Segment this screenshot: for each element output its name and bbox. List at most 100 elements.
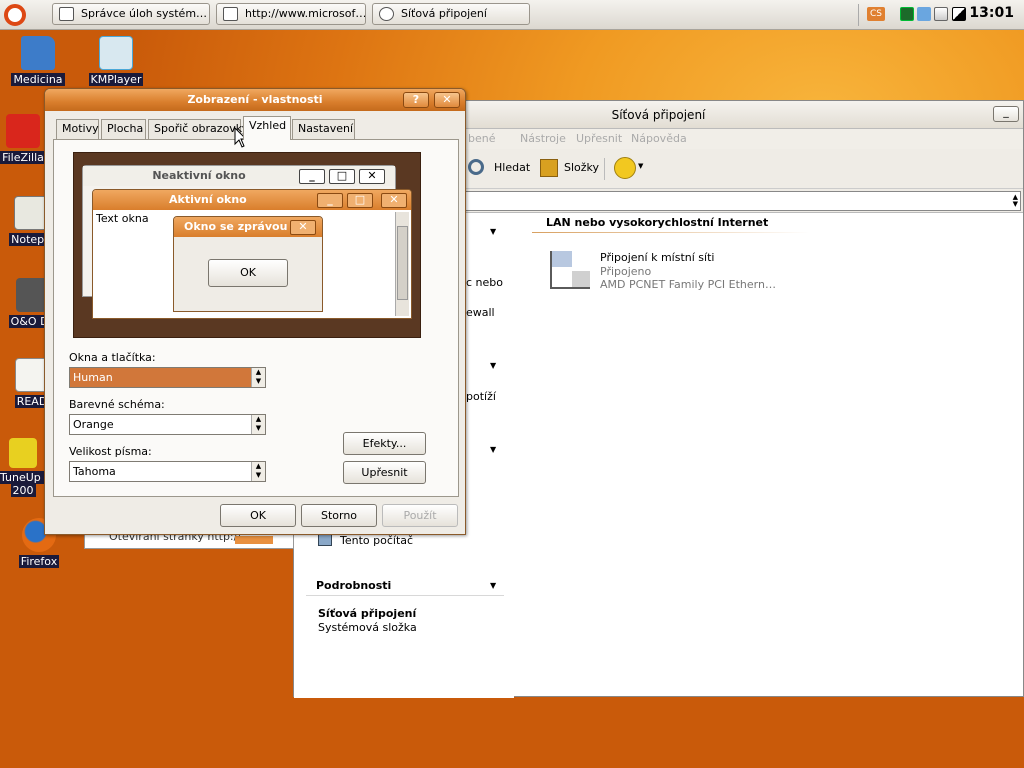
- spinner-icon: ▲ ▼: [251, 368, 265, 387]
- folders-button-label: Složky: [564, 161, 600, 174]
- connection-device: AMD PCNET Family PCI Ethern…: [600, 278, 776, 291]
- notepad-icon: [14, 196, 48, 230]
- views-icon: [614, 157, 636, 179]
- font-size-label: Velikost písma:: [69, 445, 152, 458]
- cancel-button[interactable]: Storno: [301, 504, 377, 527]
- local-connection-item[interactable]: Připojení k místní síti Připojeno AMD PC…: [548, 249, 788, 293]
- desktop-icon-label: Firefox: [18, 555, 60, 568]
- spinner-icon: ▲ ▼: [251, 415, 265, 434]
- taskbar-button-label: Síťová připojení: [401, 7, 487, 20]
- preview-minimize-icon: _: [317, 193, 343, 208]
- chevron-down-icon[interactable]: ▼: [490, 581, 496, 590]
- desktop-icon-kmplayer[interactable]: KMPlayer: [76, 36, 156, 86]
- task-manager-icon: [59, 7, 74, 21]
- close-button[interactable]: ✕: [434, 92, 460, 108]
- effects-button[interactable]: Efekty...: [343, 432, 426, 455]
- menu-item-advanced[interactable]: Upřesnit: [576, 129, 622, 149]
- details-title: Síťová připojení: [318, 607, 417, 620]
- connection-status: Připojeno: [600, 265, 652, 278]
- search-icon: [468, 159, 484, 175]
- chevron-down-icon[interactable]: ▼: [490, 227, 496, 236]
- tab-desktop[interactable]: Plocha: [101, 119, 146, 139]
- preview-ok-button: OK: [208, 259, 288, 287]
- folder-icon: [21, 36, 55, 70]
- desktop-icon-label: Medicina: [11, 73, 65, 86]
- preview-close-icon: ✕: [381, 193, 407, 208]
- this-computer-link[interactable]: Tento počítač: [340, 534, 413, 547]
- chevron-down-icon[interactable]: ▼: [490, 445, 496, 454]
- eject-icon[interactable]: [934, 7, 948, 21]
- dialog-title[interactable]: Zobrazení - vlastnosti: [45, 89, 465, 111]
- windows-buttons-label: Okna a tlačítka:: [69, 351, 156, 364]
- taskbar-button-browser[interactable]: http://www.microsof…: [216, 3, 366, 25]
- menu-item-view[interactable]: bené: [468, 129, 496, 149]
- preview-window-text: Text okna: [96, 212, 149, 225]
- network-connections-icon: [379, 7, 394, 21]
- ok-button[interactable]: OK: [220, 504, 296, 527]
- minimize-button[interactable]: _: [993, 106, 1019, 122]
- desktop-icon-medicina[interactable]: Medicina: [0, 36, 78, 86]
- chevron-down-icon[interactable]: ▼: [490, 361, 496, 370]
- display-icon[interactable]: [952, 7, 966, 21]
- tab-appearance[interactable]: Vzhled: [243, 116, 291, 140]
- appearance-preview: Neaktivní okno _ □ ✕ Aktivní okno _ □ ✕ …: [73, 152, 421, 338]
- views-button[interactable]: ▼: [614, 157, 646, 181]
- taskbar-button-network[interactable]: Síťová připojení: [372, 3, 530, 25]
- filezilla-icon: [6, 114, 40, 148]
- taskbar-separator: [858, 4, 859, 26]
- font-size-select[interactable]: Tahoma ▲ ▼: [69, 461, 266, 482]
- details-header[interactable]: Podrobnosti: [316, 579, 391, 592]
- color-scheme-value: Orange: [73, 418, 114, 431]
- taskbar-button-label: http://www.microsof…: [245, 7, 366, 20]
- search-button[interactable]: Hledat: [468, 158, 531, 180]
- task-pane-text[interactable]: potíží: [466, 390, 496, 403]
- taskbar-button-task-manager[interactable]: Správce úloh systém…: [52, 3, 210, 25]
- connection-name: Připojení k místní síti: [600, 251, 715, 264]
- color-scheme-select[interactable]: Orange ▲ ▼: [69, 414, 266, 435]
- tab-settings[interactable]: Nastavení: [292, 119, 355, 139]
- menu-item-tools[interactable]: Nástroje: [520, 129, 566, 149]
- apply-button[interactable]: Použít: [382, 504, 458, 527]
- spinner-icon: ▲ ▼: [251, 462, 265, 481]
- help-button[interactable]: ?: [403, 92, 429, 108]
- folders-button[interactable]: Složky: [540, 158, 600, 180]
- preview-close-icon: ✕: [290, 220, 316, 235]
- address-dropdown-icon[interactable]: ▲ ▼: [1013, 194, 1018, 208]
- task-pane-text[interactable]: c nebo: [466, 276, 503, 289]
- preview-maximize-icon: □: [347, 193, 373, 208]
- task-pane-text[interactable]: ewall: [466, 306, 495, 319]
- preview-minimize-icon: _: [299, 169, 325, 184]
- progress-bar: [235, 536, 273, 544]
- toolbar-separator: [604, 158, 605, 180]
- preview-message-box: Okno se zprávou ✕ OK: [173, 216, 323, 312]
- search-button-label: Hledat: [494, 161, 531, 174]
- taskbar-button-label: Správce úloh systém…: [81, 7, 208, 20]
- taskbar: Správce úloh systém… http://www.microsof…: [0, 0, 1024, 30]
- windows-buttons-select[interactable]: Human ▲ ▼: [69, 367, 266, 388]
- desktop-icon-tuneup[interactable]: TuneUp U 200: [0, 438, 53, 497]
- clock[interactable]: 13:01: [969, 5, 1014, 21]
- advanced-button[interactable]: Upřesnit: [343, 461, 426, 484]
- details-subtitle: Systémová složka: [318, 621, 417, 634]
- preview-close-icon: ✕: [359, 169, 385, 184]
- preview-active-window: Aktivní okno _ □ ✕ Text okna Okno se zpr…: [92, 189, 412, 319]
- preview-scroll-thumb: [397, 226, 408, 300]
- divider: [306, 595, 504, 596]
- network-tray-icon[interactable]: [917, 7, 931, 21]
- preview-scrollbar: [395, 212, 409, 316]
- ubuntu-menu-icon[interactable]: [4, 4, 26, 26]
- tab-screensaver[interactable]: Spořič obrazovky: [148, 119, 248, 139]
- tuneup-icon: [9, 438, 37, 468]
- system-monitor-icon[interactable]: [900, 7, 914, 21]
- keyboard-layout-indicator[interactable]: CS: [867, 7, 885, 21]
- desktop-icon-label-line2: 200: [10, 484, 36, 497]
- folders-icon: [540, 159, 558, 177]
- tab-themes[interactable]: Motivy: [56, 119, 99, 139]
- preview-maximize-icon: □: [329, 169, 355, 184]
- browser-icon: [223, 7, 238, 21]
- menu-item-help[interactable]: Nápověda: [631, 129, 687, 149]
- address-field[interactable]: ▲ ▼: [464, 191, 1021, 211]
- display-properties-dialog: Zobrazení - vlastnosti ? ✕ Motivy Plocha…: [44, 88, 466, 535]
- kmplayer-icon: [99, 36, 133, 70]
- desktop-icon-label: FileZilla: [0, 151, 46, 164]
